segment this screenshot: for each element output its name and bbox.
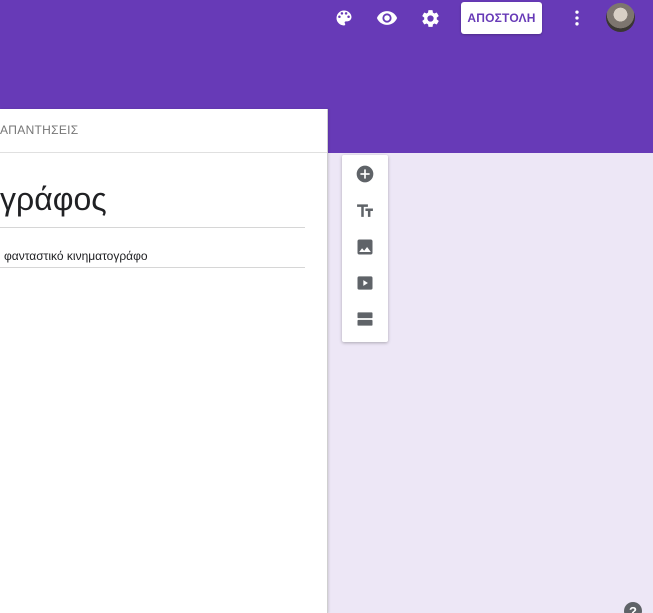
description-underline [0,267,305,268]
gear-icon[interactable] [418,6,442,30]
form-title[interactable]: γράφος [0,181,107,218]
side-toolbar [342,155,388,342]
avatar[interactable] [606,3,635,32]
form-card: ΑΠΑΝΤΗΣΕΙΣ γράφος φανταστικό κινηματογρά… [0,109,328,613]
tab-responses[interactable]: ΑΠΑΝΤΗΣΕΙΣ [0,123,79,137]
add-section-icon[interactable] [353,307,377,331]
tab-divider [0,152,327,153]
palette-icon[interactable] [332,6,356,30]
send-button[interactable]: ΑΠΟΣΤΟΛΗ [461,2,542,34]
forms-editor: ΑΠΟΣΤΟΛΗ ΑΠΑΝΤΗΣΕΙΣ γράφος φανταστικό κι… [0,0,653,613]
title-underline [0,227,305,228]
more-vert-icon[interactable] [565,6,589,30]
eye-icon[interactable] [375,6,399,30]
add-title-icon[interactable] [353,199,377,223]
add-video-icon[interactable] [353,271,377,295]
help-icon[interactable]: ? [624,602,642,613]
add-question-icon[interactable] [353,162,377,186]
form-description[interactable]: φανταστικό κινηματογράφο [4,249,148,263]
add-image-icon[interactable] [353,235,377,259]
